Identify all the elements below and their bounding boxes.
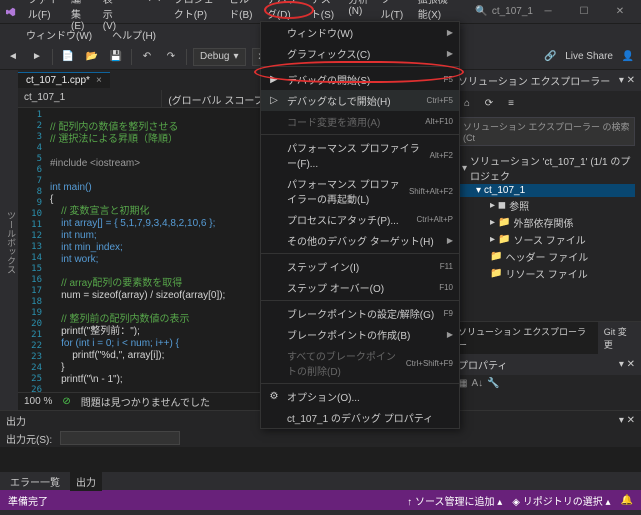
left-rail[interactable]: ツールボックス [0, 70, 18, 410]
menu-item[interactable]: ブレークポイントの設定/解除(G)F9 [261, 303, 459, 324]
refs-node[interactable]: ▸ ◼ 参照 [458, 197, 635, 214]
menu-item: すべてのブレークポイントの削除(D)Ctrl+Shift+F9 [261, 345, 459, 381]
refresh-icon[interactable]: ⟳ [480, 94, 498, 112]
menu-item[interactable]: ステップ オーバー(O)F10 [261, 277, 459, 298]
menu-5[interactable]: ビルド(B) [223, 0, 261, 34]
menu2-0[interactable]: ウィンドウ(W) [20, 25, 98, 44]
hdr-node[interactable]: 📁 ヘッダー ファイル [458, 248, 635, 265]
sln-explorer-title: ソリューション エクスプローラー [458, 73, 610, 88]
res-node[interactable]: 📁 リソース ファイル [458, 265, 635, 282]
vs-icon [6, 5, 16, 19]
status-bar: 準備完了 ↑ ソース管理に追加 ▴ ◈ リポジトリの選択 ▴ 🔔 [0, 490, 641, 510]
liveshare-label[interactable]: Live Share [565, 51, 613, 62]
tab-error-list[interactable]: エラー一覧 [4, 472, 66, 491]
menu-item[interactable]: ステップ イン(I)F11 [261, 256, 459, 277]
nav-back-button[interactable]: ◄ [4, 48, 22, 66]
menu-item[interactable]: ▶デバッグの開始(S)F5 [261, 69, 459, 90]
new-button[interactable]: 📄 [59, 48, 77, 66]
menu-item[interactable]: パフォーマンス プロファイラーの再起動(L)Shift+Alt+F2 [261, 173, 459, 209]
save-button[interactable]: 💾 [107, 48, 125, 66]
menu-item[interactable]: ⚙オプション(O)... [261, 386, 459, 407]
src-node[interactable]: ▸ 📁 ソース ファイル [458, 231, 635, 248]
redo-button[interactable]: ↷ [162, 48, 180, 66]
output-title: 出力 [6, 413, 26, 428]
issues-icon: ⊘ [62, 396, 70, 407]
home-icon[interactable]: ⌂ [458, 94, 476, 112]
project-node[interactable]: ▾ ct_107_1 [458, 184, 635, 197]
menu-item[interactable]: ウィンドウ(W)▶ [261, 22, 459, 43]
repo-select-button[interactable]: ◈ リポジトリの選択 ▴ [512, 493, 610, 508]
menu-item[interactable]: グラフィックス(C)▶ [261, 43, 459, 64]
status-ready: 準備完了 [8, 493, 48, 508]
output-src-label: 出力元(S): [6, 431, 52, 446]
account-icon[interactable]: 👤 [619, 48, 637, 66]
wrench-icon[interactable]: 🔧 [487, 378, 499, 389]
sln-search-input[interactable]: ソリューション エクスプローラー の検索 (Ct [458, 117, 635, 146]
alpha-icon[interactable]: A↓ [471, 378, 483, 389]
menu-item[interactable]: その他のデバッグ ターゲット(H)▶ [261, 230, 459, 251]
nav-fwd-button[interactable]: ► [28, 48, 46, 66]
output-src-combo[interactable] [60, 431, 180, 445]
panel-menu-icon[interactable]: ▾ ✕ [619, 359, 635, 370]
menu-item[interactable]: ブレークポイントの作成(B)▶ [261, 324, 459, 345]
open-button[interactable]: 📂 [83, 48, 101, 66]
tab-close-icon[interactable]: × [96, 75, 102, 86]
menu-4[interactable]: プロジェクト(P) [168, 0, 223, 34]
title-search[interactable]: 🔍ct_107_1 [475, 6, 533, 17]
sln-root[interactable]: ▾ ソリューション 'ct_107_1' (1/1 のプロジェク [458, 152, 635, 184]
notification-icon[interactable]: 🔔 [621, 495, 633, 506]
menu-item: コード変更を適用(A)Alt+F10 [261, 111, 459, 132]
menu-item[interactable]: ▷デバッグなしで開始(H)Ctrl+F5 [261, 90, 459, 111]
line-gutter: 1234567891011121314151617181920212223242… [18, 108, 46, 392]
menu-item[interactable]: パフォーマンス プロファイラー(F)...Alt+F2 [261, 137, 459, 173]
menu2-1[interactable]: ヘルプ(H) [106, 25, 162, 44]
zoom-level[interactable]: 100 % [24, 396, 52, 407]
maximize-button[interactable]: ☐ [569, 6, 599, 17]
source-control-button[interactable]: ↑ ソース管理に追加 ▴ [407, 493, 502, 508]
liveshare-icon[interactable]: 🔗 [541, 48, 559, 66]
editor-tab[interactable]: ct_107_1.cpp*× [18, 72, 110, 88]
project-scope[interactable]: ct_107_1 [18, 90, 162, 107]
debug-menu-dropdown: ウィンドウ(W)▶グラフィックス(C)▶ ▶デバッグの開始(S)F5▷デバッグなし… [260, 21, 460, 429]
minimize-button[interactable]: ─ [533, 6, 563, 17]
close-button[interactable]: ✕ [605, 6, 635, 17]
tab-output[interactable]: 出力 [70, 472, 102, 491]
ext-node[interactable]: ▸ 📁 外部依存関係 [458, 214, 635, 231]
menu-item[interactable]: プロセスにアタッチ(P)...Ctrl+Alt+P [261, 209, 459, 230]
undo-button[interactable]: ↶ [138, 48, 156, 66]
tab-git-changes[interactable]: Git 変更 [598, 322, 641, 354]
menu-item[interactable]: ct_107_1 のデバッグ プロパティ [261, 407, 459, 428]
panel-menu-icon[interactable]: ▾ ✕ [619, 75, 635, 86]
issues-label: 問題は見つかりませんでした [81, 394, 210, 409]
config-combo[interactable]: Debug▾ [193, 48, 246, 66]
tab-sln-explorer[interactable]: ソリューション エクスプローラー [452, 322, 598, 354]
props-title: プロパティ [458, 357, 507, 372]
collapse-icon[interactable]: ≡ [502, 94, 520, 112]
